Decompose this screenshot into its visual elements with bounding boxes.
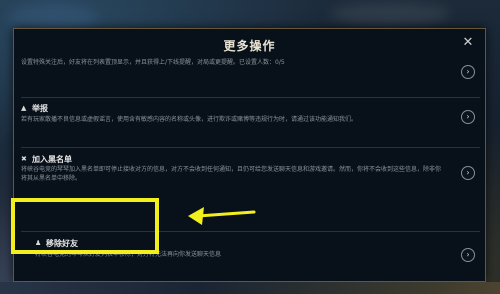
chevron-right-icon[interactable]: › [461, 166, 475, 180]
action-item-report[interactable]: ▲ 举报 若有玩家散播不良信息或虚假谣言，使用含有敏感内容的名称或头像，进行欺诈… [21, 97, 480, 147]
highlight-box [11, 198, 159, 254]
chevron-right-icon[interactable]: › [461, 110, 475, 124]
action-title: 举报 [32, 103, 48, 113]
action-description: 若有玩家散播不良信息或虚假谣言，使用含有敏感内容的名称或头像，进行欺诈或赌博等违… [21, 116, 358, 123]
action-description: 设置特殊关注后，好友将在列表置顶显示，并且获得上/下线提醒，对局或更提醒。已设置… [21, 59, 285, 66]
warning-icon: ▲ [21, 104, 27, 112]
chevron-right-icon[interactable]: › [461, 248, 475, 262]
action-item-special-follow[interactable]: 设置特殊关注后，好友将在列表置顶显示，并且获得上/下线提醒，对局或更提醒。已设置… [21, 57, 480, 87]
close-icon[interactable]: ✕ [461, 36, 475, 50]
game-bottom-bar [0, 282, 500, 294]
block-user-icon: ✖ [21, 155, 27, 163]
action-title: 加入黑名单 [32, 154, 72, 164]
chevron-right-icon[interactable]: › [461, 65, 475, 79]
dialog-title: 更多操作 [223, 39, 276, 53]
left-arrow-pointer-icon [188, 207, 256, 225]
action-description: 将峡谷电竞的琴琴加入黑名单即可停止接收对方的信息，对方不会收到任何通知，且仍可给… [21, 166, 442, 182]
